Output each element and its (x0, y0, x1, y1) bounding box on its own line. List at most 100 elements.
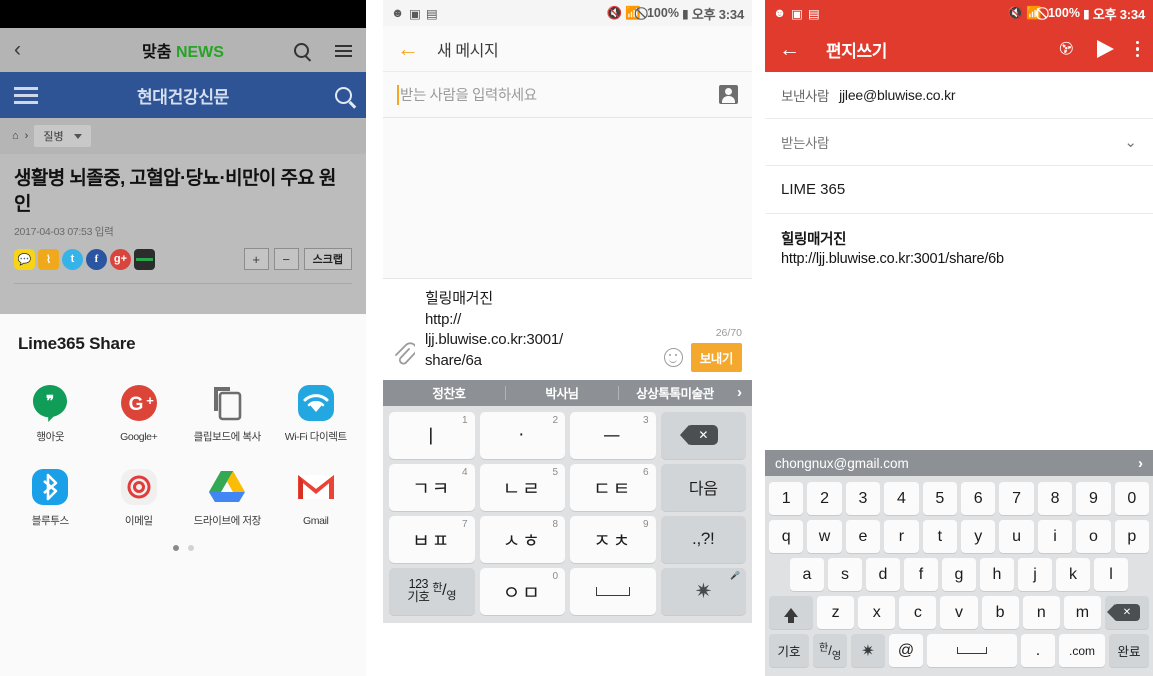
key-m[interactable]: m (1063, 596, 1101, 629)
key-y[interactable]: y (961, 520, 996, 553)
key-r[interactable]: r (884, 520, 919, 553)
send-button[interactable]: 보내기 (690, 342, 742, 372)
pager-dot[interactable] (187, 544, 194, 551)
key-ieung-mieum[interactable]: ㅇㅁ 0 (479, 567, 565, 615)
next-key[interactable]: 다음 (660, 463, 746, 511)
space-key[interactable] (570, 567, 656, 615)
smiley-icon[interactable] (663, 347, 683, 367)
key-x[interactable]: x (858, 596, 896, 629)
key-b[interactable]: b (981, 596, 1019, 629)
key-e[interactable]: e (845, 520, 881, 553)
suggestion-0[interactable]: chongnux@gmail.com (775, 456, 909, 471)
suggestion-0[interactable]: 정찬호 (393, 383, 505, 402)
hamburger-icon[interactable] (14, 86, 38, 104)
symbols-key[interactable]: 기호 (769, 634, 809, 667)
keyboard-settings-key[interactable]: ✷ 🎤 (660, 567, 746, 615)
email-subject-field[interactable]: LIME 365 (765, 166, 1153, 214)
arrow-left-icon[interactable]: ← (779, 39, 800, 60)
scrap-button[interactable]: 스크랩 (303, 248, 352, 271)
space-key[interactable] (927, 634, 1017, 667)
key-n[interactable]: n (1022, 596, 1060, 629)
share-app-wifi-direct[interactable]: Wi-Fi 다이렉트 (272, 376, 361, 456)
search-icon[interactable] (335, 86, 352, 104)
menu-icon[interactable] (335, 44, 352, 57)
kakaotalk-icon[interactable]: 💬 (14, 248, 35, 270)
key-h[interactable]: h (980, 558, 1014, 591)
key-2[interactable]: 2 (807, 482, 842, 515)
symbols-and-language-key[interactable]: 123 기호 한 / 영 (389, 567, 475, 615)
share-app-googleplus[interactable]: G + Google+ (95, 376, 184, 456)
key-z[interactable]: z (817, 596, 855, 629)
key-vowel-dot[interactable]: · 2 (479, 411, 565, 459)
key-vowel-eu[interactable]: ㅡ 3 (570, 411, 656, 459)
key-k[interactable]: k (1056, 558, 1090, 591)
key-t[interactable]: t (922, 520, 957, 553)
contact-picker-icon[interactable] (719, 85, 738, 104)
key-0[interactable]: 0 (1114, 482, 1150, 515)
email-from-field[interactable]: 보낸사람 jjlee@bluwise.co.kr (765, 72, 1153, 119)
kakaostory-icon[interactable]: ⌇ (38, 248, 59, 270)
paperclip-icon[interactable] (393, 342, 418, 372)
key-i[interactable]: i (1037, 520, 1073, 553)
paperclip-icon[interactable]: ✇ (1055, 37, 1079, 61)
key-5[interactable]: 5 (922, 482, 957, 515)
keyboard-settings-key[interactable]: ✷ (851, 634, 885, 667)
key-siot-hieut[interactable]: ㅅㅎ 8 (479, 515, 565, 563)
key-nieun-rieul[interactable]: ㄴㄹ 5 (479, 463, 565, 511)
key-vowel-i[interactable]: ㅣ 1 (389, 411, 475, 459)
key-g[interactable]: g (942, 558, 976, 591)
twitter-icon[interactable]: t (62, 248, 83, 270)
share-app-clipboard[interactable]: 클립보드에 복사 (183, 376, 272, 456)
share-app-bluetooth[interactable]: 블루투스 (6, 460, 95, 540)
key-9[interactable]: 9 (1076, 482, 1111, 515)
google-plus-icon[interactable]: g+ (110, 248, 131, 270)
key-a[interactable]: a (790, 558, 824, 591)
pager-dot-active[interactable] (172, 544, 179, 551)
key-q[interactable]: q (768, 520, 804, 553)
symbols-key[interactable]: 123 기호 (407, 577, 430, 604)
sms-recipient-field[interactable]: 받는 사람을 입력하세요 (383, 72, 752, 118)
key-giyeok-kieuk[interactable]: ㄱㅋ 4 (389, 463, 475, 511)
chevron-right-icon[interactable]: › (731, 384, 742, 401)
key-v[interactable]: v (940, 596, 978, 629)
language-toggle-key[interactable]: 한 / 영 (432, 582, 456, 602)
key-d[interactable]: d (866, 558, 900, 591)
suggestion-1[interactable]: 박사님 (506, 383, 618, 402)
punctuation-key[interactable]: .,?! (660, 515, 746, 563)
key-3[interactable]: 3 (845, 482, 881, 515)
sms-message-text[interactable]: 힐링매거진 http:// ljj.bluwise.co.kr:3001/ sh… (423, 289, 656, 372)
key-s[interactable]: s (828, 558, 862, 591)
backspace-key[interactable]: ✕ (1104, 596, 1149, 629)
suggestion-2[interactable]: 상상톡톡미술관 (619, 383, 731, 402)
share-app-email[interactable]: 이메일 (95, 460, 184, 540)
backspace-key[interactable]: ✕ (660, 411, 746, 459)
send-icon[interactable] (1096, 40, 1114, 58)
period-key[interactable]: . (1021, 634, 1055, 667)
arrow-left-icon[interactable]: ← (397, 37, 419, 60)
key-u[interactable]: u (999, 520, 1034, 553)
key-w[interactable]: w (807, 520, 842, 553)
font-decrease-button[interactable]: − (273, 248, 299, 271)
key-o[interactable]: o (1076, 520, 1111, 553)
email-to-field[interactable]: 받는사람 ⌄ (765, 119, 1153, 166)
key-7[interactable]: 7 (999, 482, 1034, 515)
shift-key[interactable] (769, 596, 813, 629)
key-jieut-chieut[interactable]: ㅈㅊ 9 (570, 515, 656, 563)
key-j[interactable]: j (1018, 558, 1052, 591)
key-1[interactable]: 1 (768, 482, 804, 515)
share-app-gmail[interactable]: Gmail (272, 460, 361, 540)
share-app-drive[interactable]: 드라이브에 저장 (183, 460, 272, 540)
email-body-field[interactable]: 힐링매거진 http://ljj.bluwise.co.kr:3001/shar… (765, 214, 1153, 281)
breadcrumb-category-chip[interactable]: 질병 (34, 125, 91, 147)
home-icon[interactable]: ⌂ (12, 130, 19, 142)
key-digeut-tieut[interactable]: ㄷㅌ 6 (570, 463, 656, 511)
language-toggle-key[interactable]: 한 / 영 (813, 634, 847, 667)
facebook-icon[interactable]: f (86, 248, 107, 270)
key-f[interactable]: f (904, 558, 938, 591)
dotcom-key[interactable]: .com (1059, 634, 1105, 667)
key-4[interactable]: 4 (884, 482, 919, 515)
band-icon[interactable] (134, 248, 155, 270)
share-app-hangouts[interactable]: ❞ 행아웃 (6, 376, 95, 456)
more-vert-icon[interactable] (1135, 40, 1139, 58)
at-key[interactable]: @ (889, 634, 923, 667)
